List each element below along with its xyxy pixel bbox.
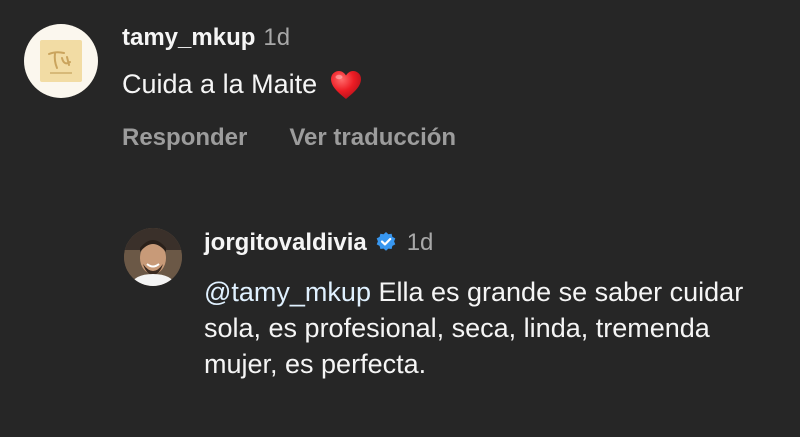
reply-text: @tamy_mkup Ella es grande se saber cuida… — [204, 274, 764, 382]
comment-actions: Responder Ver traducción — [122, 124, 456, 152]
username[interactable]: tamy_mkup — [122, 24, 255, 52]
comment-text: Cuida a la Maite — [122, 68, 318, 99]
reply-body: jorgitovaldivia 1d @tamy_mkup Ella es gr… — [204, 228, 764, 379]
avatar[interactable] — [124, 228, 182, 286]
reply-header: jorgitovaldivia 1d — [204, 228, 764, 257]
brand-logo-icon — [40, 40, 82, 82]
timestamp: 1d — [263, 24, 291, 51]
comment-body: tamy_mkup 1d Cuida a la Maite Responder … — [122, 24, 456, 151]
comment-text-row: Cuida a la Maite — [122, 68, 363, 100]
verified-badge-icon — [375, 231, 397, 253]
mention-link[interactable]: @tamy_mkup — [204, 277, 371, 307]
comment-header: tamy_mkup 1d — [122, 24, 290, 52]
timestamp: 1d — [406, 229, 434, 256]
red-heart-icon — [329, 69, 363, 101]
avatar[interactable] — [24, 24, 98, 98]
translate-button[interactable]: Ver traducción — [289, 124, 456, 152]
username[interactable]: jorgitovaldivia — [204, 229, 367, 257]
reply-button[interactable]: Responder — [122, 124, 247, 152]
